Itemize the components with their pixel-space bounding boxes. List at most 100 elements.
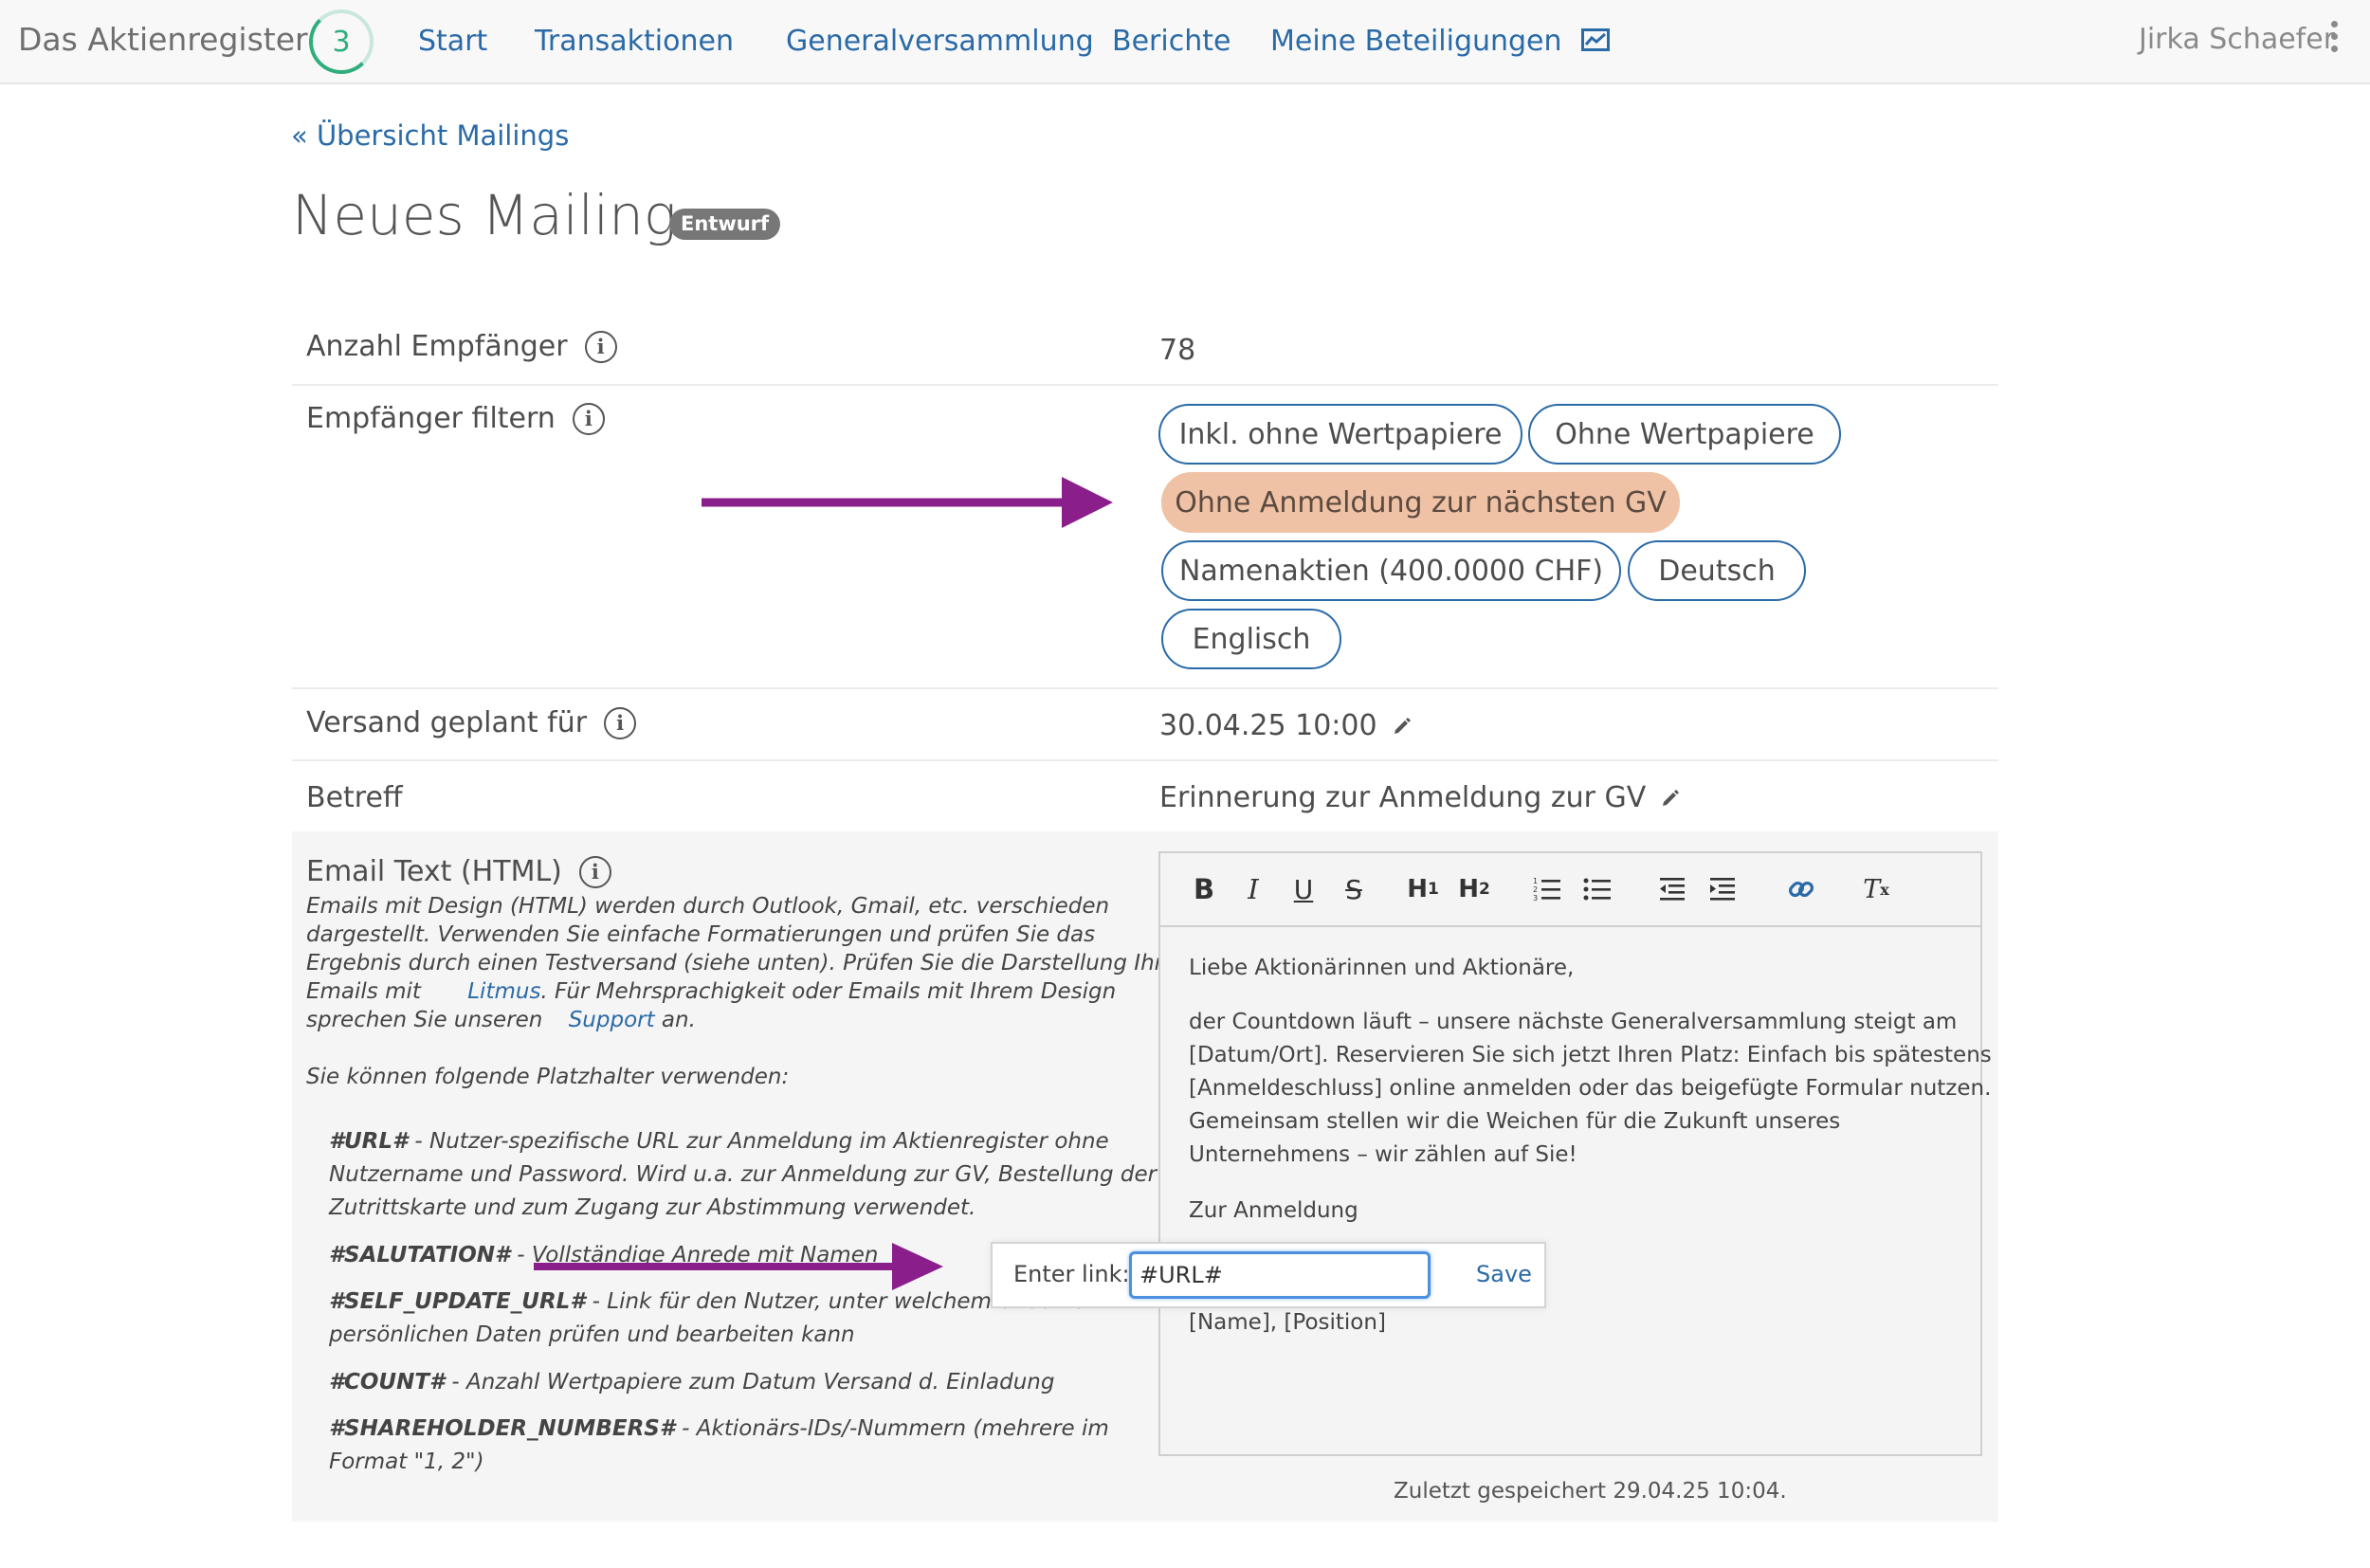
email-text-label-text: Email Text (HTML): [306, 855, 562, 888]
hint-text: Emails mit: [306, 979, 421, 1004]
hint-line: Emails mit Design (HTML) werden durch Ou…: [306, 894, 1110, 919]
bullet-list-icon[interactable]: [1580, 870, 1614, 908]
svg-text:3: 3: [1533, 894, 1538, 903]
top-navigation: Das Aktienregister 3 Start Transaktionen…: [0, 0, 2370, 84]
info-icon[interactable]: i: [584, 330, 617, 363]
placeholder-desc: persönlichen Daten prüfen und bearbeiten…: [329, 1322, 855, 1347]
email-paragraph-line: [Anmeldeschluss] online anmelden oder da…: [1189, 1076, 1992, 1101]
bold-icon[interactable]: B: [1187, 870, 1221, 908]
row-divider: [292, 759, 1998, 761]
rich-text-editor[interactable]: B I U S H1 H2 123 Tx Liebe Aktionärinnen…: [1158, 851, 1992, 1456]
clear-format-icon[interactable]: Tx: [1857, 870, 1895, 908]
schedule-value-text: 30.04.25 10:00: [1159, 709, 1377, 742]
subject-value-text: Erinnerung zur Anmeldung zur GV: [1159, 781, 1647, 814]
filter-chip-inkl-ohne-wertpapiere[interactable]: Inkl. ohne Wertpapiere: [1158, 404, 1522, 465]
placeholder-desc: Nutzername und Password. Wird u.a. zur A…: [329, 1162, 1158, 1187]
placeholder-count: #COUNT# - Anzahl Wertpapiere zum Datum V…: [329, 1370, 1054, 1395]
link-url-input[interactable]: [1129, 1251, 1431, 1299]
strikethrough-icon[interactable]: S: [1337, 870, 1371, 908]
subject-label: Betreff: [306, 781, 403, 814]
more-menu-icon[interactable]: [2330, 21, 2340, 59]
email-paragraph-line: Gemeinsam stellen wir die Weichen für di…: [1189, 1109, 1841, 1134]
placeholder-key: #URL#: [329, 1129, 409, 1154]
underline-icon[interactable]: U: [1286, 870, 1321, 908]
schedule-value: 30.04.25 10:00: [1159, 709, 1412, 742]
filter-chip-ohne-anmeldung[interactable]: Ohne Anmeldung zur nächsten GV: [1161, 472, 1680, 533]
recipient-filter-label-text: Empfänger filtern: [306, 402, 556, 435]
svg-text:2: 2: [1533, 885, 1538, 894]
back-to-mailings-link[interactable]: « Übersicht Mailings: [291, 119, 569, 152]
litmus-link[interactable]: Litmus: [467, 979, 540, 1004]
hint-text: an.: [654, 1008, 696, 1032]
annotation-arrow: [702, 477, 1113, 528]
filter-chip-deutsch[interactable]: Deutsch: [1628, 540, 1806, 601]
outdent-icon[interactable]: [1655, 870, 1689, 908]
status-badge: Entwurf: [669, 209, 781, 240]
email-paragraph-line: [Datum/Ort]. Reservieren Sie sich jetzt …: [1189, 1043, 1992, 1067]
placeholder-key: #SHAREHOLDER_NUMBERS#: [329, 1416, 675, 1441]
hint-line: Emails mit Litmus. Für Mehrsprachigkeit …: [306, 979, 1116, 1004]
info-icon[interactable]: i: [572, 402, 605, 435]
annotation-arrow: [534, 1243, 943, 1290]
placeholders-intro: Sie können folgende Platzhalter verwende…: [306, 1065, 790, 1089]
nav-generalversammlung[interactable]: Generalversammlung: [786, 25, 1094, 58]
placeholder-desc: - Anzahl Wertpapiere zum Datum Versand d…: [445, 1370, 1055, 1395]
placeholder-key: #SALUTATION#: [329, 1243, 510, 1267]
subject-value: Erinnerung zur Anmeldung zur GV: [1159, 781, 1680, 814]
hint-line: Ergebnis durch einen Testversand (siehe …: [306, 951, 1186, 975]
nav-transaktionen[interactable]: Transaktionen: [535, 25, 734, 58]
indent-icon[interactable]: [1705, 870, 1740, 908]
page-title: Neues Mailing: [292, 183, 677, 247]
placeholder-desc: - Nutzer-spezifische URL zur Anmeldung i…: [408, 1129, 1109, 1154]
user-name[interactable]: Jirka Schaefer: [2139, 23, 2335, 56]
row-divider: [292, 687, 1998, 689]
filter-chip-namenaktien[interactable]: Namenaktien (400.0000 CHF): [1161, 540, 1621, 601]
hint-line: sprechen Sie unseren Support an.: [306, 1008, 696, 1032]
heading2-icon[interactable]: H2: [1455, 870, 1493, 908]
placeholder-desc: Zutrittskarte und zum Zugang zur Abstimm…: [329, 1195, 976, 1220]
last-saved-status: Zuletzt gespeichert 29.04.25 10:04.: [1394, 1479, 1787, 1504]
brand-title[interactable]: Das Aktienregister: [18, 21, 308, 58]
chart-icon[interactable]: [1581, 28, 1610, 51]
email-greeting: Liebe Aktionärinnen und Aktionäre,: [1189, 956, 1575, 980]
email-cta-text[interactable]: Zur Anmeldung: [1189, 1198, 1358, 1223]
recipients-count-label-text: Anzahl Empfänger: [306, 330, 568, 363]
support-link[interactable]: Support: [569, 1008, 655, 1032]
editor-toolbar: B I U S H1 H2 123 Tx: [1160, 853, 1980, 927]
email-paragraph-line: Unternehmens – wir zählen auf Sie!: [1189, 1142, 1577, 1167]
hint-line: dargestellt. Verwenden Sie einfache Form…: [306, 922, 1096, 947]
ordered-list-icon[interactable]: 123: [1530, 870, 1564, 908]
filter-chip-ohne-wertpapiere[interactable]: Ohne Wertpapiere: [1528, 404, 1841, 465]
placeholder-shareholder-numbers: #SHAREHOLDER_NUMBERS# - Aktionärs-IDs/-N…: [329, 1416, 1109, 1441]
schedule-label-text: Versand geplant für: [306, 706, 588, 739]
info-icon[interactable]: i: [578, 855, 611, 888]
svg-text:1: 1: [1533, 877, 1538, 885]
email-text-label: Email Text (HTML) i: [306, 855, 611, 888]
notification-count-badge[interactable]: 3: [309, 9, 374, 74]
edit-pencil-icon[interactable]: [1661, 789, 1680, 808]
recipients-count-value: 78: [1159, 334, 1196, 367]
email-paragraph-line: der Countdown läuft – unsere nächste Gen…: [1189, 1010, 1958, 1034]
link-save-button[interactable]: Save: [1476, 1261, 1532, 1287]
nav-berichte[interactable]: Berichte: [1112, 25, 1231, 58]
link-popup-label: Enter link:: [1013, 1261, 1130, 1287]
placeholder-url: #URL# - Nutzer-spezifische URL zur Anmel…: [329, 1129, 1109, 1154]
nav-meine-beteiligungen[interactable]: Meine Beteiligungen: [1270, 25, 1562, 58]
hint-text: . Für Mehrsprachigkeit oder Emails mit I…: [540, 979, 1117, 1004]
hint-text: sprechen Sie unseren: [306, 1008, 543, 1032]
row-divider: [292, 384, 1998, 386]
email-signature: [Name], [Position]: [1189, 1310, 1386, 1335]
nav-start[interactable]: Start: [418, 25, 487, 58]
link-popup: Enter link: Save: [991, 1242, 1546, 1308]
placeholder-key: #COUNT#: [329, 1370, 446, 1395]
italic-icon[interactable]: I: [1236, 870, 1270, 908]
info-icon[interactable]: i: [604, 706, 637, 739]
placeholder-desc: Format "1, 2"): [329, 1449, 484, 1474]
edit-pencil-icon[interactable]: [1393, 717, 1412, 736]
placeholder-desc: - Aktionärs-IDs/-Nummern (mehrere im: [674, 1416, 1109, 1441]
heading1-icon[interactable]: H1: [1404, 870, 1442, 908]
filter-chip-englisch[interactable]: Englisch: [1161, 609, 1341, 669]
schedule-label: Versand geplant für i: [306, 706, 637, 739]
link-icon[interactable]: [1784, 870, 1818, 908]
recipient-filter-label: Empfänger filtern i: [306, 402, 605, 435]
